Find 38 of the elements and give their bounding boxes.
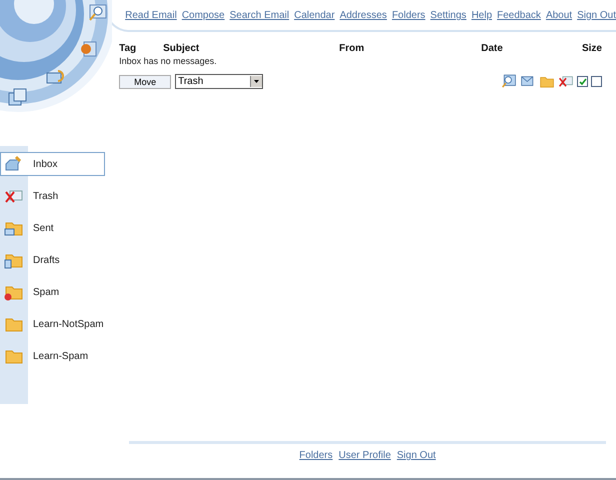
checkbox[interactable] [577,76,588,87]
footer-link[interactable]: User Profile [338,450,391,474]
folder-item[interactable]: Inbox [0,152,106,176]
move-button[interactable]: Move [119,74,172,88]
nav-link[interactable]: Settings [430,10,466,30]
checkbox[interactable] [591,76,602,87]
search-icon [88,4,108,22]
delete-icon [558,74,574,89]
nav-link[interactable]: Search Email [230,10,290,30]
documents-icon [8,88,28,106]
inbox-tray-icon [4,155,24,173]
nav-link[interactable]: Addresses [340,10,387,30]
nav-link[interactable]: Calendar [294,10,335,30]
folder-item[interactable]: Sent [0,216,106,240]
nav-link[interactable]: Help [471,10,492,30]
folder-item[interactable]: Learn-NotSpam [0,312,106,336]
folder-icon [539,74,555,89]
column-header: Subject [163,43,200,54]
folder-select[interactable]: Trash [175,74,264,89]
column-header: From [339,43,364,54]
nav-link[interactable]: Folders [392,10,426,30]
nav-link[interactable]: Compose [182,10,225,30]
footer-link[interactable]: Folders [299,450,333,474]
footer-link[interactable]: Sign Out [396,450,436,474]
column-header: Tag [119,43,136,54]
column-header: Size [582,43,602,54]
empty-message: Inbox has no messages. [119,56,218,66]
nav-link[interactable]: Sign Out [577,10,616,30]
folder-item[interactable]: Drafts [0,248,106,272]
nav-link[interactable]: About [546,10,572,30]
nav-link[interactable]: Feedback [497,10,541,30]
folder-item[interactable]: Trash [0,184,106,208]
nav-link[interactable]: Read Email [125,10,177,30]
column-header: Date [481,43,503,54]
folder-item[interactable]: Spam [0,280,106,304]
envelope-arrow-icon [46,68,66,86]
search-icon [501,74,517,89]
folder-item[interactable]: Learn-Spam [0,344,106,368]
